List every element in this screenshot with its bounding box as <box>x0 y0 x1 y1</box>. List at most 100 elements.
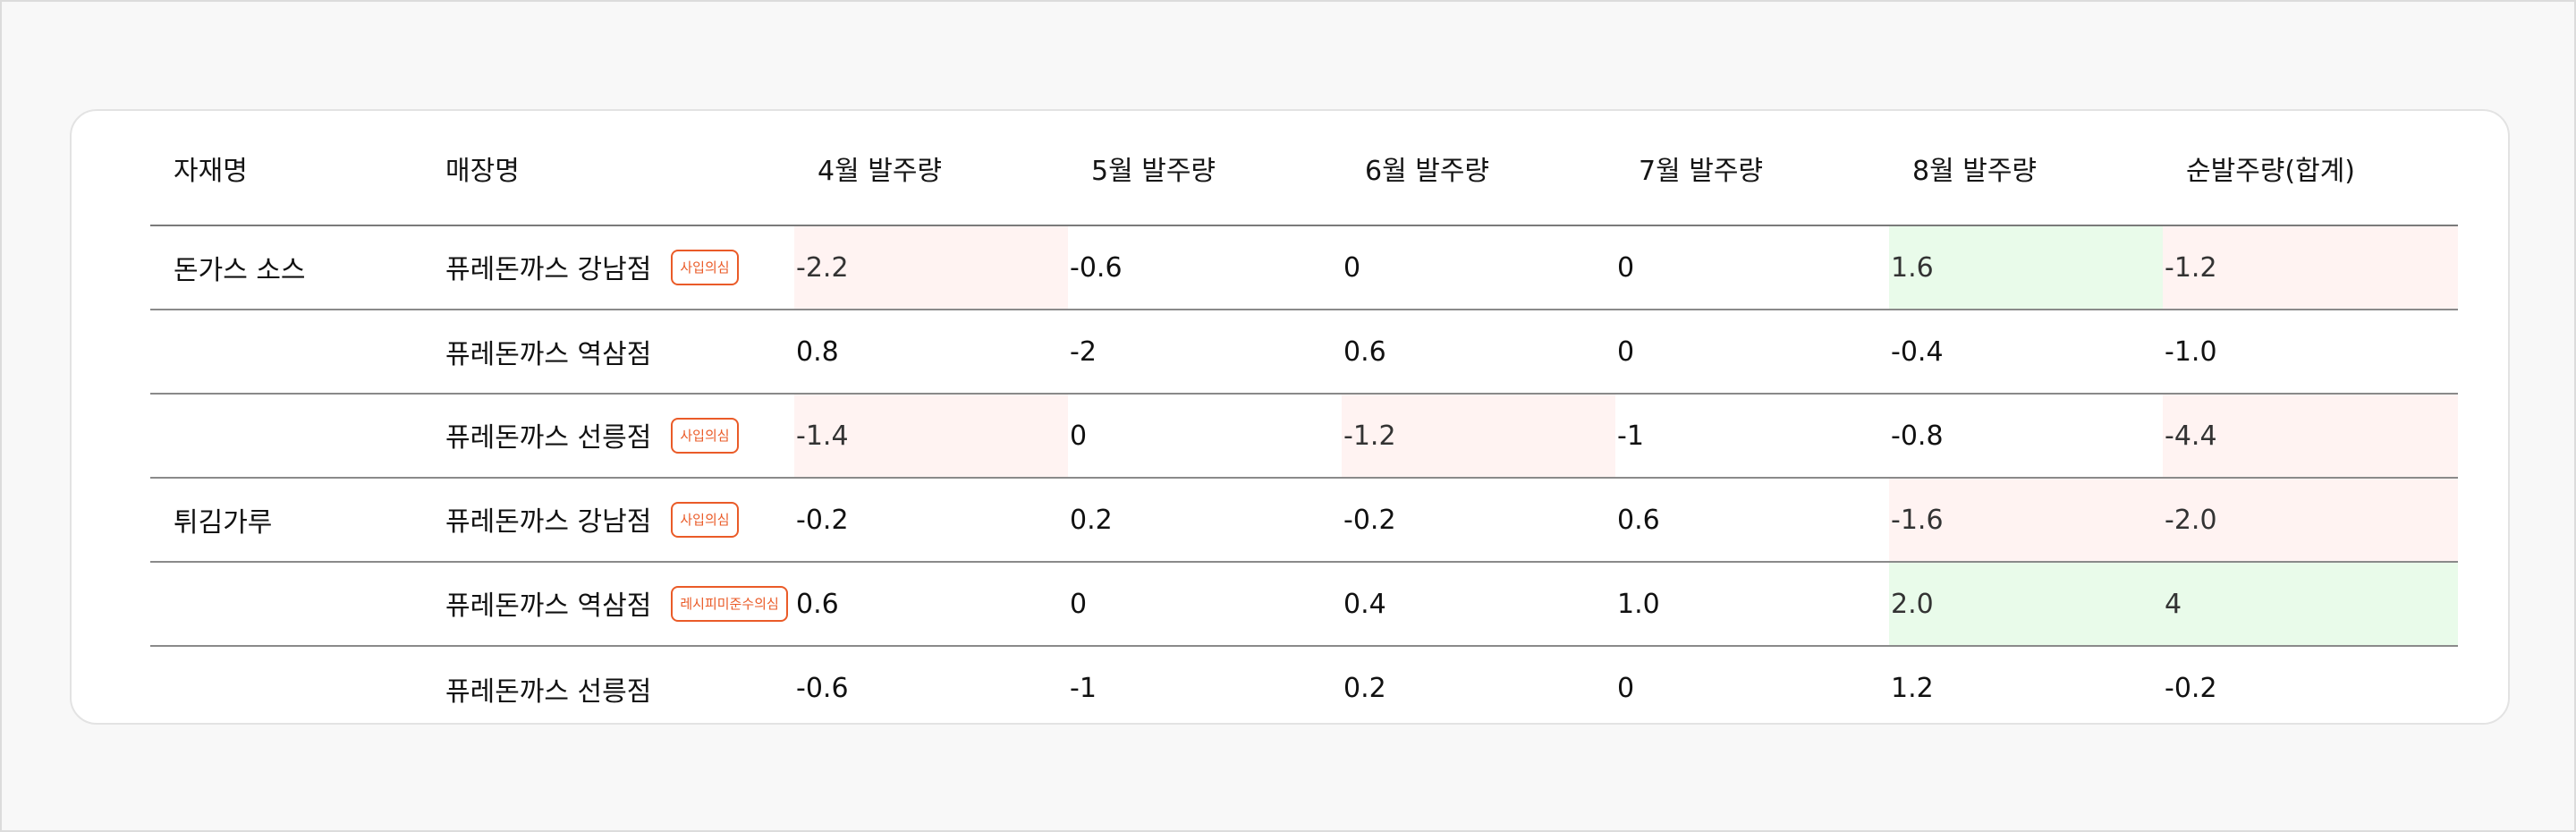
july-value: 0 <box>1617 251 1635 284</box>
net-total-value: -2.0 <box>2165 504 2217 536</box>
store-name: 퓨레돈까스 강남점 <box>445 505 652 538</box>
table-row[interactable]: 튀김가루 퓨레돈까스 강남점 사입의심 -0.2 0.2 -0.2 0.6 -1.6 -2.0 <box>150 478 2458 563</box>
table-row[interactable]: 퓨레돈까스 선릉점 -0.6 -1 0.2 0 1.2 -0.2 <box>150 646 2458 723</box>
august-value-cell: -0.8 <box>1889 394 2163 479</box>
july-value: -1 <box>1617 420 1644 452</box>
august-value: 1.2 <box>1891 673 1934 704</box>
table-row[interactable]: 퓨레돈까스 선릉점 사입의심 -1.4 0 -1.2 -1 -0.8 -4.4 <box>150 394 2458 479</box>
store-cell: 퓨레돈까스 선릉점 <box>422 646 794 723</box>
suspicion-badge: 사입의심 <box>671 502 739 539</box>
april-value-cell: -1.4 <box>794 394 1068 479</box>
store-name: 퓨레돈까스 선릉점 <box>445 421 652 454</box>
store-cell: 퓨레돈까스 선릉점 사입의심 <box>422 394 794 479</box>
may-value-cell: 0.2 <box>1068 478 1342 563</box>
april-value-cell: 0.8 <box>794 310 1068 395</box>
may-value: 0.2 <box>1070 504 1113 536</box>
june-value: 0.6 <box>1343 335 1386 368</box>
material-cell <box>150 394 422 479</box>
august-value: -1.6 <box>1891 504 1944 536</box>
april-value-cell: -2.2 <box>794 225 1068 310</box>
august-value: -0.8 <box>1891 420 1944 452</box>
june-value: -0.2 <box>1343 504 1396 536</box>
may-value-cell: -2 <box>1068 310 1342 395</box>
header-june: 6월 발주량 <box>1342 111 1615 226</box>
may-value: -2 <box>1070 335 1097 368</box>
header-material: 자재명 <box>150 111 422 226</box>
net-total-value-cell: -4.4 <box>2163 394 2458 479</box>
suspicion-badge: 사입의심 <box>671 250 739 286</box>
store-cell: 퓨레돈까스 역삼점 <box>422 310 794 395</box>
store-name: 퓨레돈까스 강남점 <box>445 253 652 285</box>
july-value: 0.6 <box>1617 504 1660 536</box>
net-total-value: -1.2 <box>2165 251 2217 284</box>
july-value-cell: 0.6 <box>1615 478 1889 563</box>
may-value-cell: -0.6 <box>1068 225 1342 310</box>
suspicion-badge: 레시피미준수의심 <box>671 586 788 623</box>
april-value: 0.6 <box>796 588 839 620</box>
header-july: 7월 발주량 <box>1615 111 1889 226</box>
july-value-cell: 0 <box>1615 225 1889 310</box>
net-total-value: -0.2 <box>2165 673 2217 704</box>
material-cell: 튀김가루 <box>150 478 422 563</box>
april-value: 0.8 <box>796 335 839 368</box>
net-total-value: -4.4 <box>2165 420 2217 452</box>
july-value-cell: 1.0 <box>1615 562 1889 647</box>
suspicion-badge: 사입의심 <box>671 418 739 454</box>
july-value: 0 <box>1617 673 1635 704</box>
may-value: 0 <box>1070 420 1088 452</box>
june-value-cell: 0.4 <box>1342 562 1615 647</box>
july-value-cell: 0 <box>1615 310 1889 395</box>
august-value: 2.0 <box>1891 588 1934 620</box>
june-value-cell: -1.2 <box>1342 394 1615 479</box>
july-value-cell: 0 <box>1615 646 1889 723</box>
june-value-cell: 0.6 <box>1342 310 1615 395</box>
may-value: -1 <box>1070 673 1097 704</box>
august-value-cell: 1.2 <box>1889 646 2163 723</box>
net-total-value-cell: -1.2 <box>2163 225 2458 310</box>
june-value: 0.2 <box>1343 673 1386 704</box>
august-value-cell: 1.6 <box>1889 225 2163 310</box>
april-value: -2.2 <box>796 251 849 284</box>
net-total-value-cell: -2.0 <box>2163 478 2458 563</box>
order-analysis-card: 자재명 매장명 4월 발주량 5월 발주량 6월 발주량 7월 발주량 8월 발… <box>70 109 2510 725</box>
june-value-cell: 0 <box>1342 225 1615 310</box>
table-header: 자재명 매장명 4월 발주량 5월 발주량 6월 발주량 7월 발주량 8월 발… <box>150 111 2458 226</box>
july-value-cell: -1 <box>1615 394 1889 479</box>
net-total-value-cell: 4 <box>2163 562 2458 647</box>
april-value: -1.4 <box>796 420 849 452</box>
april-value-cell: -0.6 <box>794 646 1068 723</box>
order-volume-table: 자재명 매장명 4월 발주량 5월 발주량 6월 발주량 7월 발주량 8월 발… <box>150 111 2458 723</box>
store-name: 퓨레돈까스 역삼점 <box>445 339 652 370</box>
august-value-cell: -0.4 <box>1889 310 2163 395</box>
header-may: 5월 발주량 <box>1068 111 1342 226</box>
table-row[interactable]: 돈가스 소스 퓨레돈까스 강남점 사입의심 -2.2 -0.6 0 0 1.6 -1.2 <box>150 225 2458 310</box>
july-value: 1.0 <box>1617 588 1660 620</box>
may-value: 0 <box>1070 588 1088 620</box>
net-total-value-cell: -1.0 <box>2163 310 2458 395</box>
header-net-total: 순발주량(합계) <box>2163 111 2458 226</box>
june-value: 0.4 <box>1343 588 1386 620</box>
store-name: 퓨레돈까스 선릉점 <box>445 675 652 708</box>
net-total-value-cell: -0.2 <box>2163 646 2458 723</box>
store-cell: 퓨레돈까스 역삼점 레시피미준수의심 <box>422 562 794 647</box>
store-cell: 퓨레돈까스 강남점 사입의심 <box>422 478 794 563</box>
june-value: 0 <box>1343 251 1361 284</box>
may-value-cell: -1 <box>1068 646 1342 723</box>
august-value-cell: -1.6 <box>1889 478 2163 563</box>
june-value: -1.2 <box>1343 420 1396 452</box>
august-value: 1.6 <box>1891 251 1934 284</box>
header-april: 4월 발주량 <box>794 111 1068 226</box>
header-august: 8월 발주량 <box>1889 111 2163 226</box>
july-value: 0 <box>1617 335 1635 368</box>
net-total-value: -1.0 <box>2165 335 2217 368</box>
august-value-cell: 2.0 <box>1889 562 2163 647</box>
table-row[interactable]: 퓨레돈까스 역삼점 레시피미준수의심 0.6 0 0.4 1.0 2.0 4 <box>150 562 2458 647</box>
april-value-cell: -0.2 <box>794 478 1068 563</box>
table-body: 돈가스 소스 퓨레돈까스 강남점 사입의심 -2.2 -0.6 0 0 1.6 -1.2 퓨레돈까… <box>150 225 2458 723</box>
may-value-cell: 0 <box>1068 394 1342 479</box>
june-value-cell: 0.2 <box>1342 646 1615 723</box>
table-row[interactable]: 퓨레돈까스 역삼점 0.8 -2 0.6 0 -0.4 -1.0 <box>150 310 2458 395</box>
material-cell <box>150 562 422 647</box>
august-value: -0.4 <box>1891 335 1944 368</box>
store-name: 퓨레돈까스 역삼점 <box>445 590 652 622</box>
